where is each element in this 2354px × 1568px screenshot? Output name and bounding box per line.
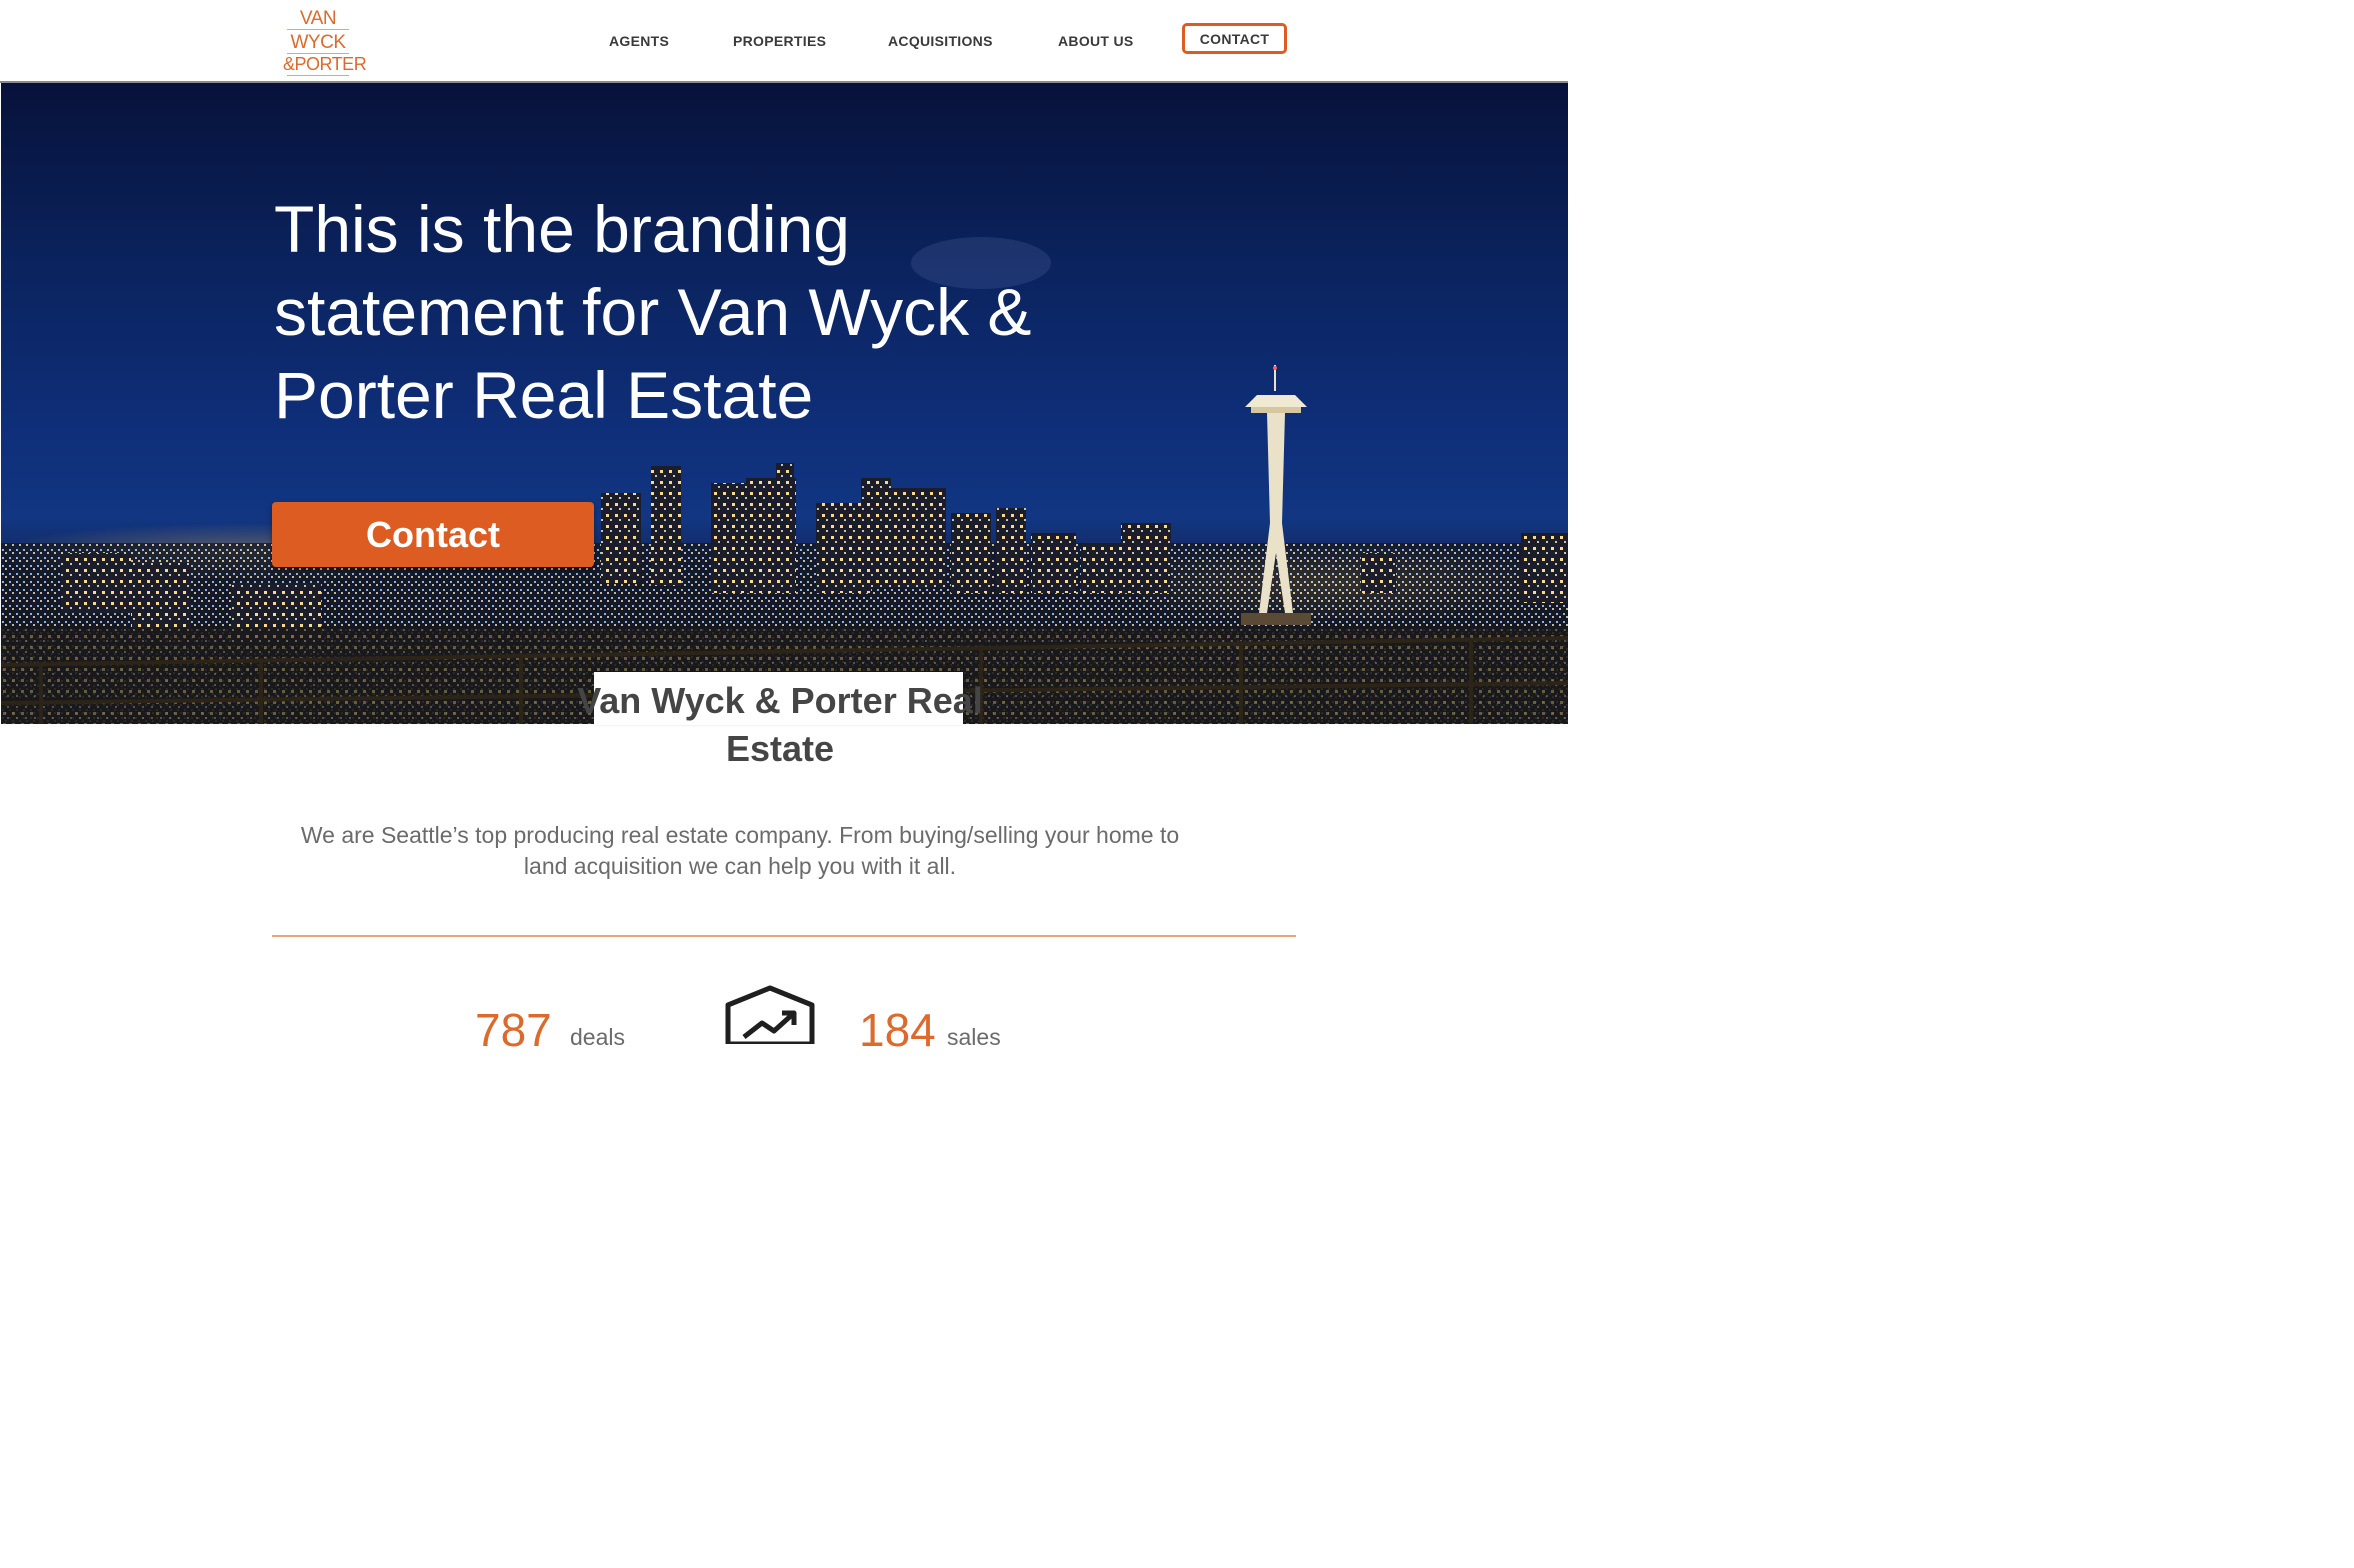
company-logo[interactable]: VAN WYCK &PORTER	[283, 4, 367, 76]
nav-acquisitions[interactable]: ACQUISITIONS	[888, 33, 993, 49]
nav-contact-button[interactable]: CONTACT	[1182, 23, 1287, 54]
top-navigation-bar: VAN WYCK &PORTER AGENTS PROPERTIES ACQUI…	[0, 0, 1568, 83]
logo-line-2: WYCK	[290, 32, 347, 53]
intro-paragraph: We are Seattle’s top producing real esta…	[300, 822, 1180, 879]
logo-rule	[287, 29, 349, 30]
stat-deals-value: 787	[475, 1004, 552, 1056]
nav-agents[interactable]: AGENTS	[609, 33, 669, 49]
stat-deals-unit: deals	[570, 1024, 625, 1050]
nav-about-us[interactable]: ABOUT US	[1058, 33, 1134, 49]
hero-banner: This is the branding statement for Van W…	[1, 83, 1568, 724]
trending-up-house-icon	[725, 985, 815, 1044]
hero-headline: This is the branding statement for Van W…	[274, 192, 1032, 432]
logo-rule	[287, 75, 349, 76]
nav-properties[interactable]: PROPERTIES	[733, 33, 826, 49]
section-divider	[272, 935, 1296, 937]
logo-line-3: &PORTER	[283, 54, 367, 74]
stat-sales-value: 184	[859, 1004, 936, 1056]
logo-line-1: VAN	[299, 8, 337, 29]
company-name-heading: Van Wyck & Porter Real Estate	[577, 680, 983, 769]
stat-sales-unit: sales	[947, 1024, 1001, 1050]
hero-contact-button[interactable]: Contact	[272, 502, 594, 567]
